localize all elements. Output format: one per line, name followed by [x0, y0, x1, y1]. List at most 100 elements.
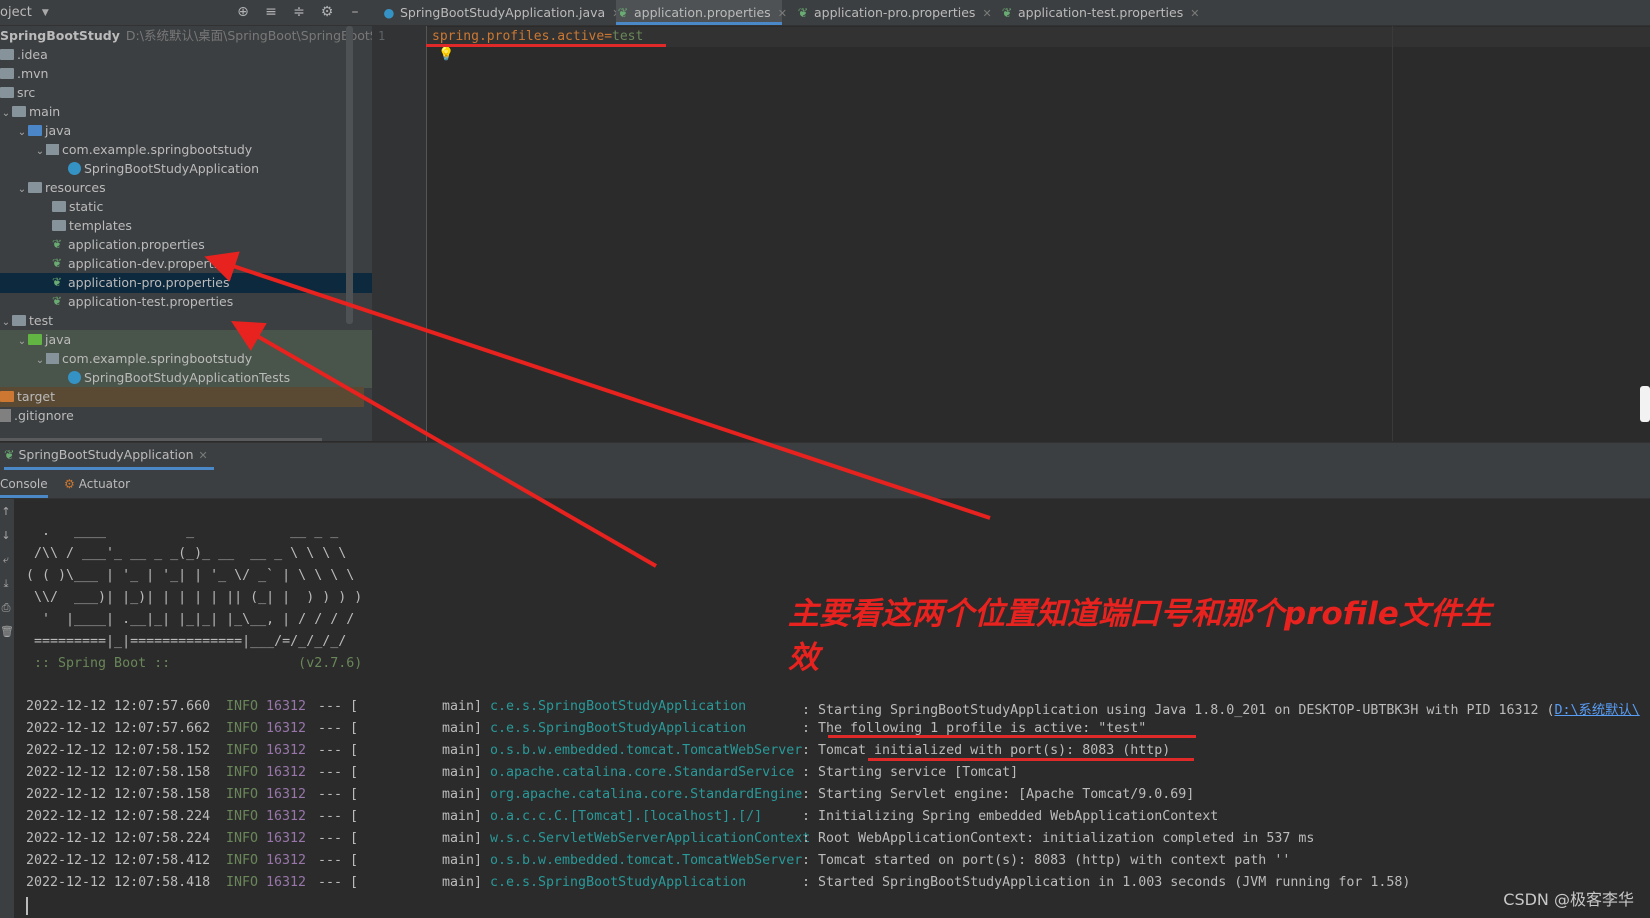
print-icon[interactable]: ⎙ — [0, 601, 12, 615]
tree-item-src[interactable]: src — [0, 83, 364, 103]
log-pid: 16312 — [266, 853, 307, 868]
tree-item-label: test — [29, 313, 54, 328]
chevron-down-icon[interactable]: ▼ — [42, 8, 49, 18]
spring-properties-icon: ❦ — [52, 275, 63, 289]
property-equals: = — [604, 29, 613, 44]
banner-line: ' |____| .__|_| |_|_| |_\__, | / / / / — [26, 612, 355, 627]
log-row: 2022-12-12 12:07:57.660 INFO 16312 --- [mai… — [26, 699, 1640, 719]
log-level: INFO — [226, 699, 259, 714]
tree-item-test-java[interactable]: ⌄ java — [0, 330, 372, 350]
tree-item-mvn[interactable]: .mvn — [0, 64, 364, 84]
locate-icon[interactable]: ⊕ — [234, 3, 252, 21]
log-logger: org.apache.catalina.core.StandardEngine — [490, 787, 803, 802]
log-date: 2022-12-12 12:07:58.152 — [26, 743, 211, 758]
tree-item-main-package[interactable]: ⌄ com.example.springbootstudy — [0, 140, 372, 160]
log-level: INFO — [226, 809, 259, 824]
tab-label: application.properties — [633, 5, 771, 20]
tree-item-main[interactable]: ⌄ main — [0, 102, 364, 122]
trash-icon[interactable]: 🗑 — [0, 625, 14, 638]
test-class-icon — [68, 371, 81, 384]
log-logger: c.e.s.SpringBootStudyApplication — [490, 721, 747, 736]
tree-item-resources[interactable]: ⌄ resources — [0, 178, 372, 198]
tree-item-label: java — [45, 332, 72, 347]
tree-item-main-class[interactable]: SpringBootStudyApplication — [0, 159, 372, 179]
tree-item-test[interactable]: ⌄ test — [0, 311, 364, 331]
log-thread: main] — [442, 743, 483, 758]
tree-item-label: application.properties — [68, 237, 205, 252]
banner-line: . ____ _ __ _ _ — [26, 524, 339, 539]
log-path-link[interactable]: D:\系统默认\ — [1555, 703, 1640, 718]
log-pid: 16312 — [266, 699, 307, 714]
lightbulb-icon[interactable]: 💡 — [438, 47, 454, 62]
code-editor[interactable] — [427, 26, 1650, 441]
project-toolbar: ⊕ ≡ ≑ ⚙ – — [234, 3, 364, 21]
log-pid: 16312 — [266, 721, 307, 736]
folder-icon — [12, 106, 26, 117]
spring-class-icon — [68, 162, 81, 175]
source-folder-icon — [28, 125, 42, 136]
log-row: 2022-12-12 12:07:58.152 INFO 16312 --- [mai… — [26, 743, 1170, 763]
log-row: 2022-12-12 12:07:58.412 INFO 16312 --- [mai… — [26, 853, 1290, 873]
tab-label: Actuator — [78, 477, 131, 491]
tree-item-target[interactable]: target — [0, 387, 364, 407]
tree-item-gitignore[interactable]: .gitignore — [0, 406, 364, 426]
tree-item-application-test-properties[interactable]: ❦ application-test.properties — [0, 292, 372, 312]
log-row: 2022-12-12 12:07:57.662 INFO 16312 --- [mai… — [26, 721, 1146, 741]
spring-properties-icon: ❦ — [52, 294, 63, 308]
close-icon[interactable]: ✕ — [199, 449, 208, 462]
tree-item-label: .idea — [17, 47, 48, 62]
right-margin-guide — [1392, 26, 1393, 441]
tree-item-label: java — [45, 123, 72, 138]
close-icon[interactable]: ✕ — [778, 7, 787, 20]
collapse-all-icon[interactable]: ≑ — [290, 3, 308, 21]
tree-item-application-properties[interactable]: ❦ application.properties — [0, 235, 372, 255]
tree-root[interactable]: SpringBootStudy D:\系统默认\桌面\SpringBoot\Spr… — [0, 26, 372, 46]
log-pid: 16312 — [266, 743, 307, 758]
log-message: : Started SpringBootStudyApplication in … — [802, 875, 1411, 890]
expand-all-icon[interactable]: ≡ — [262, 3, 280, 21]
soft-wrap-icon[interactable]: ⤶ — [0, 553, 12, 567]
gear-icon[interactable]: ⚙ — [318, 3, 336, 21]
scroll-to-end-icon[interactable]: ⤓ — [0, 577, 12, 591]
tree-item-application-pro-properties[interactable]: ❦ application-pro.properties — [0, 273, 372, 293]
tree-horizontal-scrollbar[interactable] — [0, 438, 322, 441]
log-pid: 16312 — [266, 831, 307, 846]
tree-item-main-java[interactable]: ⌄ java — [0, 121, 372, 141]
tab-springbootstudyapplication-java[interactable]: ● SpringBootStudyApplication.java✕ — [382, 0, 622, 25]
scroll-down-icon[interactable]: ↓ — [0, 529, 12, 542]
tree-item-label: main — [29, 104, 61, 119]
tab-actuator[interactable]: ⚙ Actuator — [64, 470, 130, 498]
tree-item-templates[interactable]: templates — [0, 216, 372, 236]
log-pid: 16312 — [266, 875, 307, 890]
log-pid: 16312 — [266, 809, 307, 824]
test-folder-icon — [28, 334, 42, 345]
close-icon[interactable]: ✕ — [982, 7, 991, 20]
run-tool-header: ❦ SpringBootStudyApplication ✕ — [0, 442, 1650, 470]
hide-icon[interactable]: – — [346, 3, 364, 21]
log-message: : The following 1 profile is active: "te… — [802, 721, 1147, 736]
scroll-up-icon[interactable]: ↑ — [0, 505, 12, 518]
tree-item-idea[interactable]: .idea — [0, 45, 364, 65]
log-sep: --- [ — [318, 699, 359, 714]
spring-class-icon: ● — [383, 5, 395, 20]
tree-item-test-package[interactable]: ⌄ com.example.springbootstudy — [0, 349, 372, 369]
tree-vertical-scrollbar[interactable] — [346, 26, 353, 324]
tab-application-pro-properties[interactable]: ❦ application-pro.properties ✕ — [796, 0, 992, 25]
tree-item-application-dev-properties[interactable]: ❦ application-dev.properties — [0, 254, 372, 274]
close-icon[interactable]: ✕ — [1190, 7, 1199, 20]
tree-item-test-class[interactable]: SpringBootStudyApplicationTests — [0, 368, 372, 388]
tab-application-test-properties[interactable]: ❦ application-test.properties ✕ — [1000, 0, 1200, 25]
tab-application-properties[interactable]: ❦ application.properties ✕ — [616, 0, 787, 25]
log-row: 2022-12-12 12:07:58.418 INFO 16312 --- [mai… — [26, 875, 1410, 895]
project-view-selector[interactable]: oject — [0, 5, 32, 20]
tree-item-static[interactable]: static — [0, 197, 372, 217]
run-tab[interactable]: ❦ SpringBootStudyApplication ✕ — [4, 443, 214, 470]
log-message: : Starting SpringBootStudyApplication us… — [802, 699, 1640, 718]
folder-icon — [0, 87, 14, 98]
code-line[interactable]: spring.profiles.active=test — [432, 29, 643, 44]
log-level: INFO — [226, 765, 259, 780]
log-level: INFO — [226, 853, 259, 868]
log-sep: --- [ — [318, 787, 359, 802]
tab-console[interactable]: Console — [0, 470, 48, 498]
edge-widget-icon — [1640, 386, 1650, 422]
